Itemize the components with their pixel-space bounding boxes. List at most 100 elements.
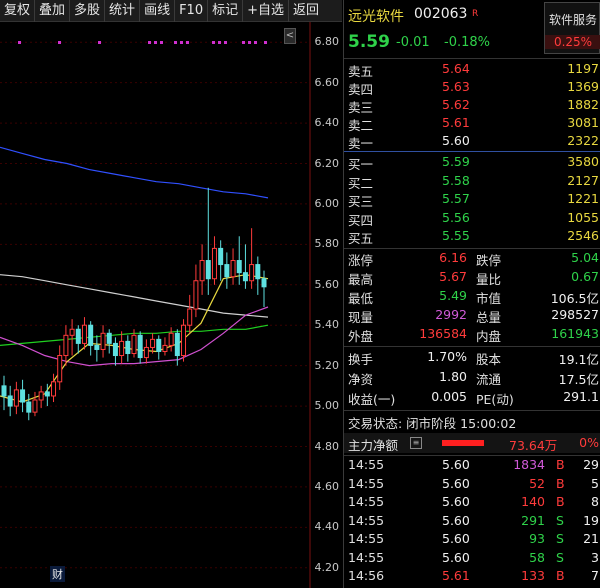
candle-body — [187, 308, 193, 326]
candle-body — [156, 338, 162, 352]
bid-price: 5.57 — [442, 191, 470, 206]
trade-time: 14:55 — [348, 475, 385, 491]
y-axis-tick: 4.20 — [314, 560, 340, 574]
candle-body — [32, 399, 38, 413]
trade-count: 5 — [591, 475, 599, 491]
candle-body — [44, 391, 50, 397]
candle-body — [230, 260, 236, 278]
bid-volume: 3580 — [567, 154, 599, 169]
main-fund-label: 主力净额 — [348, 438, 399, 453]
candle-body — [112, 342, 118, 357]
toolbar-button-f10[interactable]: F10 — [175, 0, 209, 22]
toolbar-button-draw-line[interactable]: 画线 — [140, 0, 176, 22]
toolbar-button-restore-rights[interactable]: 复权 — [0, 0, 36, 22]
ask-level-row[interactable]: 卖三 5.62 1882 — [344, 97, 600, 115]
trade-volume: 291 — [521, 512, 545, 528]
divider — [344, 410, 600, 411]
candle-body — [26, 401, 32, 413]
candle-body — [181, 324, 187, 357]
tick-trade-row: 14:55 5.60 140 B 8 — [344, 494, 600, 512]
share-capital-label: 股本 — [476, 352, 502, 367]
tick-trade-row: 14:55 5.60 1834 B 29 — [344, 457, 600, 475]
share-capital-value: 19.1亿 — [558, 352, 599, 367]
current-volume-value: 2992 — [435, 307, 467, 322]
y-axis-tick: 6.40 — [314, 116, 340, 130]
finance-event-badge[interactable]: 财 — [50, 566, 65, 582]
toolbar-button-mark[interactable]: 标记 — [208, 0, 244, 22]
candle-body — [131, 334, 137, 355]
candle-body — [106, 332, 112, 344]
toolbar-button-back[interactable]: 返回 — [289, 0, 323, 22]
ask-level-row[interactable]: 卖五 5.64 1197 — [344, 61, 600, 79]
last-price: 5.59 — [348, 32, 390, 52]
bid-level-row[interactable]: 买二 5.58 2127 — [344, 173, 600, 191]
toolbar-button-overlay[interactable]: 叠加 — [35, 0, 71, 22]
bid-level-row[interactable]: 买四 5.56 1055 — [344, 210, 600, 228]
y-axis-tick: 5.60 — [314, 277, 340, 291]
divider — [344, 151, 600, 152]
toolbar-button-statistics[interactable]: 统计 — [105, 0, 141, 22]
bid-level-row[interactable]: 买五 5.55 2546 — [344, 228, 600, 246]
candle-body — [51, 381, 57, 397]
bid-level-row[interactable]: 买三 5.57 1221 — [344, 191, 600, 209]
event-marker — [18, 41, 21, 44]
candle-body — [218, 247, 224, 266]
event-marker — [160, 41, 163, 44]
ask-level-label: 卖三 — [348, 100, 374, 115]
main-fund-row[interactable]: 主力净额 ≡ 73.64万 0% — [344, 433, 600, 453]
main-fund-bar — [442, 440, 484, 446]
volume-ratio-label: 量比 — [476, 272, 502, 287]
bid-price: 5.55 — [442, 228, 470, 243]
price-row: 5.59 -0.01 -0.18% — [344, 32, 600, 54]
event-marker — [58, 41, 61, 44]
turnover-value: 1.70% — [427, 349, 467, 364]
kline-chart[interactable]: < 财 6.80 6.60 6.40 6.20 6.00 5.80 5.60 5.40 5.20… — [0, 22, 342, 588]
bid-level-row[interactable]: 买一 5.59 3580 — [344, 154, 600, 172]
outer-volume-label: 外盘 — [348, 329, 374, 344]
event-marker — [186, 41, 189, 44]
ask-level-row[interactable]: 卖二 5.61 3081 — [344, 115, 600, 133]
divider — [344, 248, 600, 249]
ask-level-row[interactable]: 卖一 5.60 2322 — [344, 133, 600, 151]
candle-body — [20, 389, 26, 403]
candle-body — [63, 334, 69, 357]
tick-trade-row: 14:55 5.60 52 B 5 — [344, 476, 600, 494]
candle-body — [81, 324, 87, 344]
stock-code: 002063 — [414, 6, 468, 22]
collapse-panel-button[interactable]: < — [284, 28, 296, 44]
trade-count: 8 — [591, 494, 599, 509]
divider — [344, 346, 600, 347]
ask-level-row[interactable]: 卖四 5.63 1369 — [344, 79, 600, 97]
eps-value: 0.005 — [431, 389, 467, 404]
main-fund-value: 73.64万 — [509, 438, 558, 453]
margin-tag: R — [472, 9, 479, 19]
sector-name: 软件服务 — [548, 13, 597, 27]
trade-price: 5.60 — [442, 512, 470, 528]
trade-price: 5.61 — [442, 568, 470, 583]
candle-body — [100, 332, 106, 350]
ask-volume: 1882 — [567, 97, 599, 112]
kline-svg[interactable] — [0, 22, 342, 588]
bid-volume: 1055 — [567, 209, 599, 225]
low-label: 最低 — [348, 291, 374, 306]
ask-level-label: 卖二 — [348, 118, 374, 133]
y-axis-tick: 4.80 — [314, 439, 340, 453]
current-volume-label: 现量 — [348, 310, 374, 325]
bid-level-label: 买五 — [348, 231, 374, 246]
toolbar-button-add-watchlist[interactable]: +自选 — [243, 0, 290, 22]
inner-volume-value: 161943 — [551, 326, 599, 341]
candle-body — [193, 280, 199, 310]
candle-body — [150, 338, 156, 348]
low-value: 5.49 — [439, 288, 467, 303]
divider — [344, 58, 600, 59]
trade-time: 14:55 — [348, 512, 385, 528]
candle-body — [69, 328, 75, 336]
candle-body — [38, 391, 44, 401]
candle-body — [168, 332, 174, 346]
ask-volume: 3081 — [567, 115, 599, 130]
main-fund-icon[interactable]: ≡ — [410, 437, 422, 449]
toolbar-button-multi-stock[interactable]: 多股 — [70, 0, 106, 22]
net-assets-label: 净资 — [348, 372, 374, 387]
bid-volume: 2127 — [567, 172, 599, 188]
bid-level-label: 买三 — [348, 194, 374, 209]
